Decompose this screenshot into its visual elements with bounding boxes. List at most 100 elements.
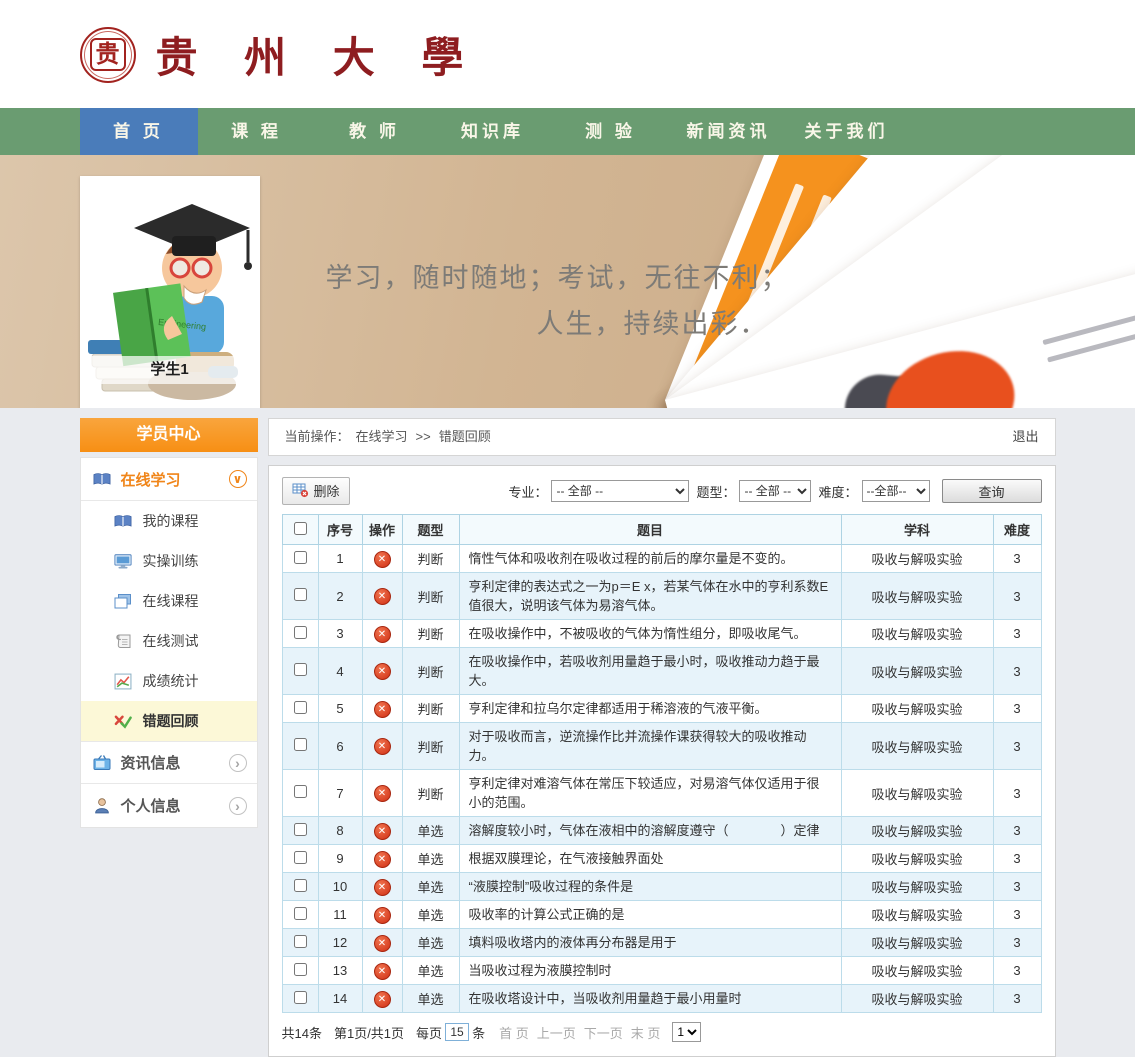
cell-question: 填料吸收塔内的液体再分布器是用于 [459,929,841,957]
query-button[interactable]: 查询 [942,479,1042,503]
chevron-down-icon[interactable] [229,470,247,488]
cell-difficulty: 3 [993,695,1041,723]
table-row: 12单选填料吸收塔内的液体再分布器是用于吸收与解吸实验3 [282,929,1041,957]
cell-no: 9 [318,845,362,873]
cell-subject: 吸收与解吸实验 [841,620,993,648]
filter-select[interactable]: --全部-- [862,480,930,502]
delete-row-icon[interactable] [374,551,391,568]
breadcrumb-section[interactable]: 在线学习 [356,419,408,455]
delete-row-icon[interactable] [374,738,391,755]
row-checkbox[interactable] [294,851,307,864]
row-checkbox[interactable] [294,738,307,751]
row-checkbox[interactable] [294,935,307,948]
breadcrumb-separator: >> [416,419,431,455]
sidebar-subitem[interactable]: 错题回顾 [81,701,257,741]
cell-question: 惰性气体和吸收剂在吸收过程的前后的摩尔量是不变的。 [459,545,841,573]
prev-page-link[interactable]: 上一页 [537,1023,576,1042]
sidebar-item-personal-info[interactable]: 个人信息 [81,784,257,827]
site-header: 贵 贵 州 大 學 [0,0,1135,108]
person-icon [93,797,111,814]
delete-row-icon[interactable] [374,963,391,980]
sidebar-subitem[interactable]: 我的课程 [81,501,257,541]
cell-question-type: 单选 [402,957,459,985]
delete-row-icon[interactable] [374,907,391,924]
cell-no: 4 [318,648,362,695]
cell-subject: 吸收与解吸实验 [841,845,993,873]
scroll-icon [114,633,132,650]
cell-subject: 吸收与解吸实验 [841,817,993,845]
cell-question: 亨利定律和拉乌尔定律都适用于稀溶液的气液平衡。 [459,695,841,723]
filter-select[interactable]: -- 全部 -- [739,480,811,502]
delete-row-icon[interactable] [374,701,391,718]
cell-question-type: 判断 [402,648,459,695]
cell-question-type: 单选 [402,929,459,957]
cell-subject: 吸收与解吸实验 [841,985,993,1013]
chevron-right-icon[interactable] [229,797,247,815]
table-row: 7判断亨利定律对难溶气体在常压下较适应，对易溶气体仅适用于很小的范围。吸收与解吸… [282,770,1041,817]
cell-question: 当吸收过程为液膜控制时 [459,957,841,985]
sidebar-subitem[interactable]: 在线课程 [81,581,257,621]
nav-item[interactable]: 知识库 [434,108,552,155]
nav-item[interactable]: 测 验 [552,108,670,155]
sidebar-subitem[interactable]: 成绩统计 [81,661,257,701]
delete-row-icon[interactable] [374,879,391,896]
sidebar-subitem[interactable]: 在线测试 [81,621,257,661]
chevron-right-icon[interactable] [229,754,247,772]
table-row: 14单选在吸收塔设计中，当吸收剂用量趋于最小用量时吸收与解吸实验3 [282,985,1041,1013]
row-checkbox[interactable] [294,785,307,798]
cell-question: 亨利定律的表达式之一为p＝E x，若某气体在水中的亨利系数E值很大，说明该气体为… [459,573,841,620]
student-avatar-card[interactable]: Engineering 学生1 [80,176,260,408]
cell-subject: 吸收与解吸实验 [841,873,993,901]
slogan-line-1: 学习，随时随地；考试，无往不利； [298,255,818,301]
delete-row-icon[interactable] [374,785,391,802]
last-page-link[interactable]: 末 页 [631,1023,661,1042]
cell-question: 在吸收塔设计中，当吸收剂用量趋于最小用量时 [459,985,841,1013]
row-checkbox[interactable] [294,991,307,1004]
nav-item[interactable]: 新闻资讯 [670,108,788,155]
cell-question-type: 判断 [402,770,459,817]
row-checkbox[interactable] [294,663,307,676]
table-row: 11单选吸收率的计算公式正确的是吸收与解吸实验3 [282,901,1041,929]
logout-link[interactable]: 退出 [1012,419,1038,455]
row-checkbox[interactable] [294,588,307,601]
seal-character: 贵 [90,38,126,70]
per-page-input[interactable] [445,1023,469,1041]
sidebar-item-news-info[interactable]: 资讯信息 [81,741,257,784]
row-checkbox[interactable] [294,907,307,920]
filter-select[interactable]: -- 全部 -- [551,480,689,502]
delete-row-icon[interactable] [374,991,391,1008]
nav-item[interactable]: 关于我们 [788,108,906,155]
next-page-link[interactable]: 下一页 [584,1023,623,1042]
row-checkbox[interactable] [294,879,307,892]
table-row: 5判断亨利定律和拉乌尔定律都适用于稀溶液的气液平衡。吸收与解吸实验3 [282,695,1041,723]
page-info: 第1页/共1页 [334,1023,404,1042]
delete-row-icon[interactable] [374,588,391,605]
row-checkbox[interactable] [294,626,307,639]
cell-question-type: 判断 [402,695,459,723]
row-checkbox[interactable] [294,823,307,836]
sidebar-item-online-learning[interactable]: 在线学习 [81,458,257,501]
delete-button[interactable]: 删除 [282,477,350,505]
cell-subject: 吸收与解吸实验 [841,901,993,929]
nav-item[interactable]: 教 师 [316,108,434,155]
nav-item[interactable]: 课 程 [198,108,316,155]
wrong-question-table: 序号 操作 题型 题目 学科 难度 1判断惰性气体和吸收剂在吸收过程的前后的摩尔… [282,514,1042,1013]
cell-difficulty: 3 [993,573,1041,620]
delete-row-icon[interactable] [374,823,391,840]
first-page-link[interactable]: 首 页 [499,1023,529,1042]
row-checkbox[interactable] [294,963,307,976]
nav-item[interactable]: 首 页 [80,108,198,155]
sidebar-subitem[interactable]: 实操训练 [81,541,257,581]
table-header-row: 序号 操作 题型 题目 学科 难度 [282,515,1041,545]
row-checkbox[interactable] [294,701,307,714]
cell-question: 根据双膜理论，在气液接触界面处 [459,845,841,873]
delete-row-icon[interactable] [374,935,391,952]
col-header-subject: 学科 [841,515,993,545]
page-select[interactable]: 1 [672,1022,701,1042]
cell-no: 3 [318,620,362,648]
delete-row-icon[interactable] [374,626,391,643]
select-all-checkbox[interactable] [294,522,307,535]
row-checkbox[interactable] [294,551,307,564]
delete-row-icon[interactable] [374,851,391,868]
delete-row-icon[interactable] [374,663,391,680]
